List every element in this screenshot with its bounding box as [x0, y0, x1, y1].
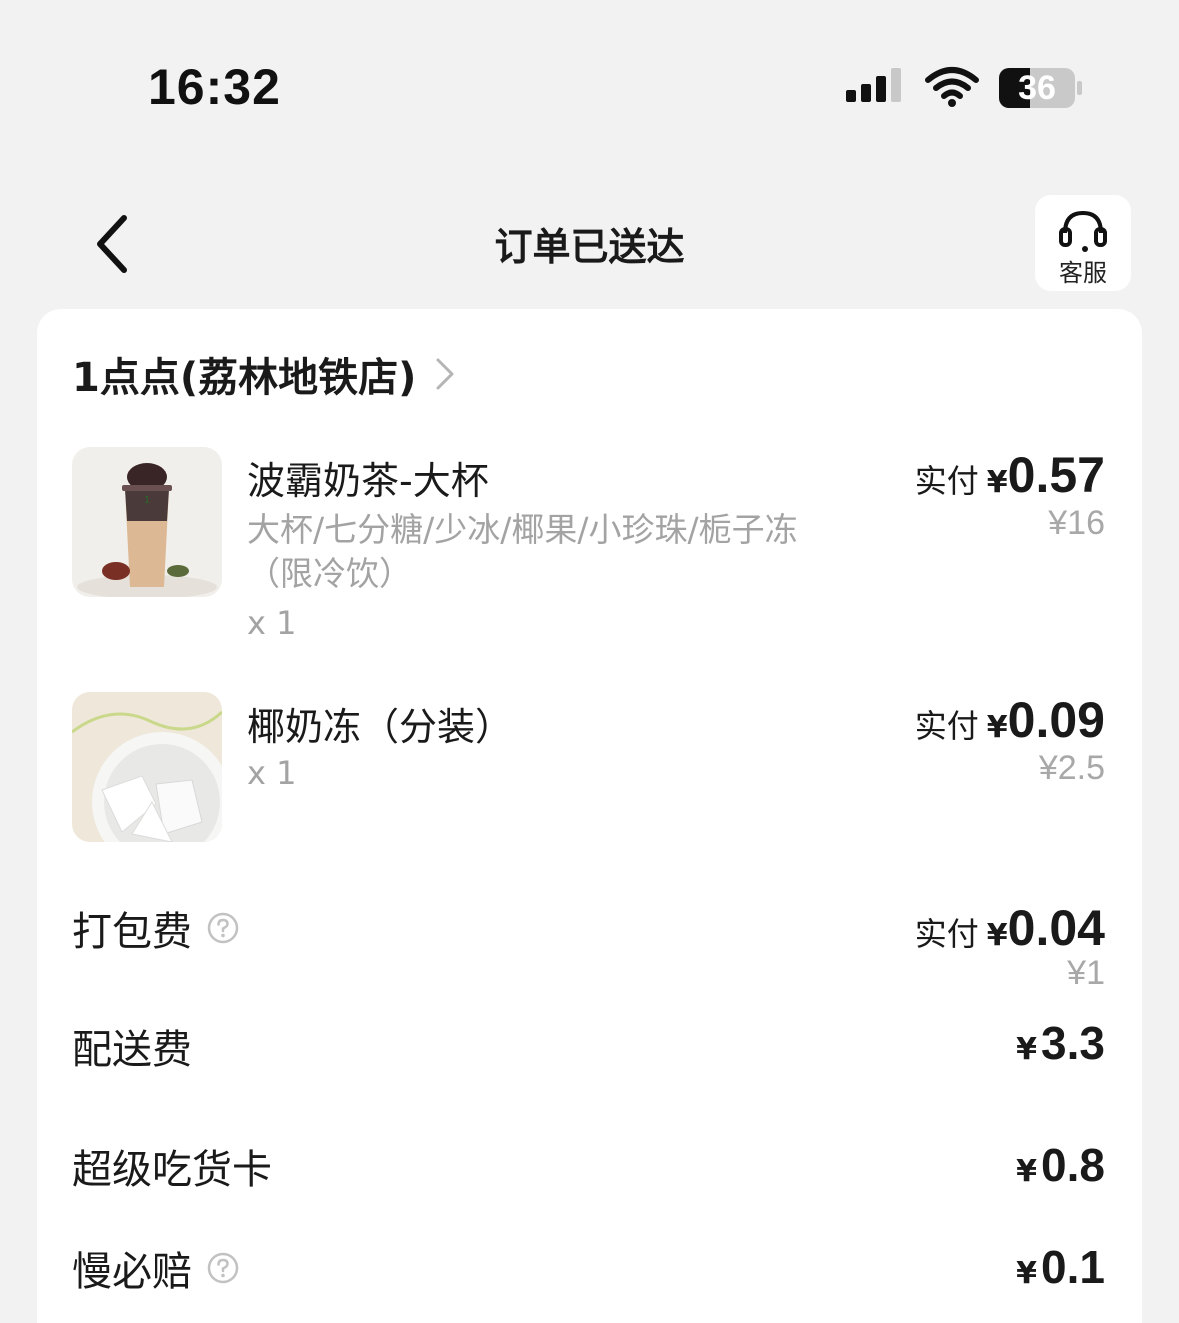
signal-icon — [846, 68, 901, 108]
question-circle-icon[interactable] — [206, 1251, 240, 1285]
wifi-icon — [925, 67, 979, 107]
item-paid-price: 实付 ¥0.09 — [915, 691, 1105, 749]
product-image-milk-tea[interactable]: 1 — [72, 447, 222, 597]
item-spec: 大杯/七分糖/少冰/椰果/小珍珠/栀子冻（限冷饮） — [247, 510, 798, 593]
packaging-fee-row: 打包费 — [72, 902, 240, 955]
packaging-fee-paid: 实付 ¥0.04 — [915, 899, 1105, 957]
currency-symbol: ¥ — [986, 918, 1008, 953]
late-compensation-row: 慢必赔 — [72, 1242, 240, 1295]
store-link[interactable]: 1点点(荔林地铁店) — [72, 346, 458, 402]
fee-amount: 0.8 — [1041, 1139, 1105, 1191]
paid-label: 实付 — [914, 462, 979, 500]
item-quantity: x 1 — [247, 604, 297, 642]
item-quantity: x 1 — [247, 754, 297, 792]
item-original-price: ¥2.5 — [1038, 749, 1105, 787]
store-name: 1点点(荔林地铁店) — [72, 355, 417, 401]
fee-label: 配送费 — [72, 1027, 192, 1073]
fee-label: 打包费 — [72, 909, 192, 955]
product-image-coconut-jelly[interactable] — [72, 692, 222, 842]
item-original-price: ¥16 — [1048, 504, 1105, 542]
status-time: 16:32 — [148, 59, 281, 115]
currency-symbol: ¥ — [1016, 1256, 1038, 1291]
paid-label: 实付 — [914, 915, 979, 953]
customer-service-button[interactable]: 客服 — [1035, 195, 1131, 291]
packaging-fee-original: ¥1 — [1067, 954, 1105, 992]
paid-label: 实付 — [914, 707, 979, 745]
fee-label: 超级吃货卡 — [72, 1147, 272, 1193]
foodie-card-row: 超级吃货卡 — [72, 1140, 272, 1193]
currency-symbol: ¥ — [986, 710, 1008, 745]
currency-symbol: ¥ — [986, 465, 1008, 500]
paid-amount: 0.09 — [1007, 692, 1105, 748]
page-title: 订单已送达 — [494, 225, 685, 269]
question-circle-icon[interactable] — [206, 911, 240, 945]
foodie-card-value: ¥0.8 — [1016, 1138, 1105, 1192]
customer-service-label: 客服 — [1059, 259, 1107, 287]
headset-icon — [1059, 210, 1107, 252]
fee-amount: 0.1 — [1041, 1241, 1105, 1293]
currency-symbol: ¥ — [1016, 1154, 1038, 1189]
paid-amount: 0.04 — [1007, 900, 1105, 956]
paid-amount: 0.57 — [1007, 447, 1105, 503]
delivery-fee-row: 配送费 — [72, 1020, 192, 1073]
milk-tea-image: 1 — [72, 447, 222, 597]
order-detail-page: 16:32 36 订单已送达 客服 1点点(荔林地铁店) 1 波霸奶茶-大杯 大… — [0, 0, 1179, 1323]
battery-level: 36 — [1018, 69, 1056, 107]
fee-amount: 3.3 — [1041, 1017, 1105, 1069]
delivery-fee-value: ¥3.3 — [1016, 1016, 1105, 1070]
late-compensation-value: ¥0.1 — [1016, 1240, 1105, 1294]
chevron-right-icon — [436, 358, 454, 390]
currency-symbol: ¥ — [1016, 1032, 1038, 1067]
svg-text:1: 1 — [144, 495, 150, 506]
item-name: 波霸奶茶-大杯 — [247, 459, 489, 503]
item-name: 椰奶冻（分装） — [247, 705, 514, 749]
coconut-jelly-image — [72, 692, 222, 842]
fee-label: 慢必赔 — [72, 1249, 192, 1295]
item-paid-price: 实付 ¥0.57 — [915, 446, 1105, 504]
